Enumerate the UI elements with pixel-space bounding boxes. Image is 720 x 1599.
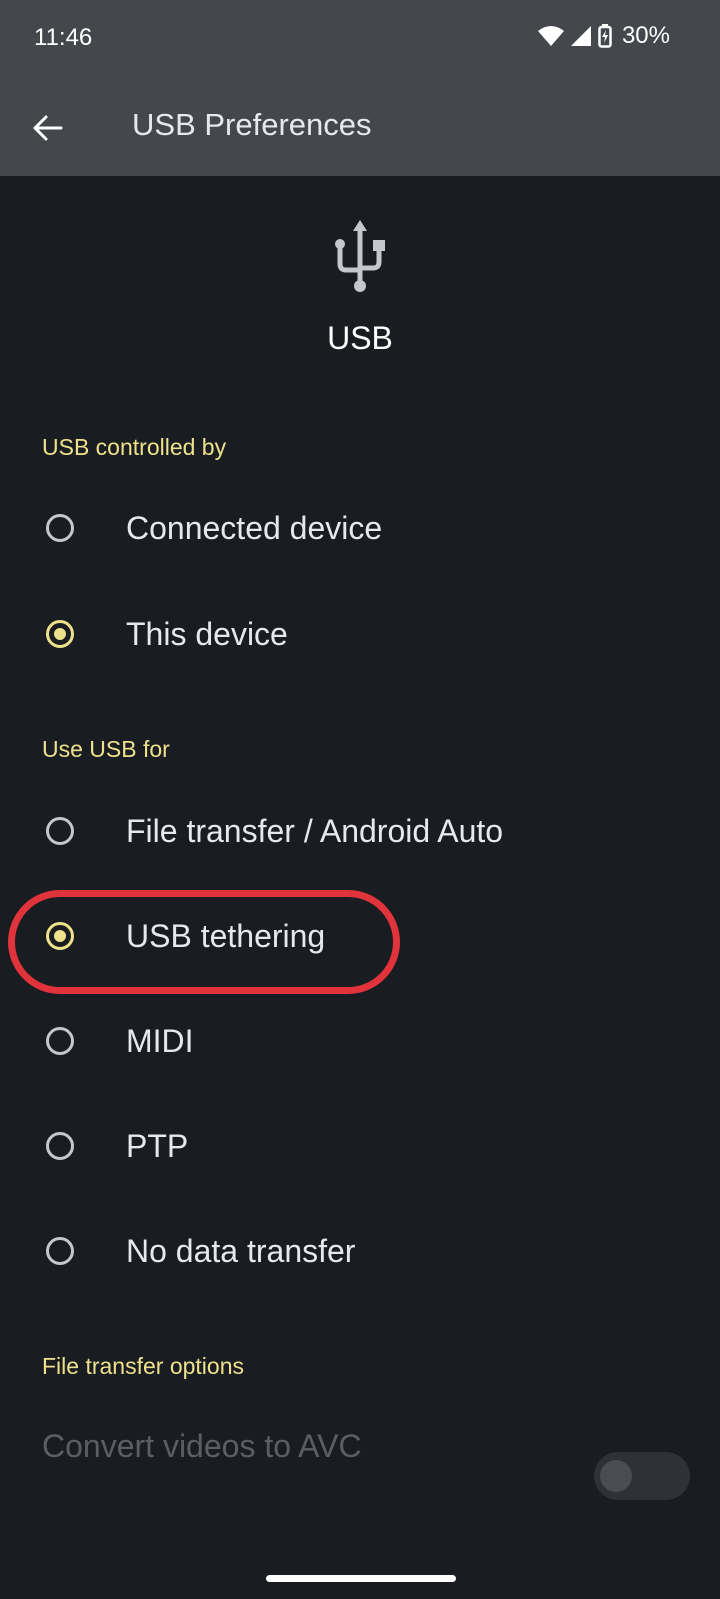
radio-button-selected[interactable] [46, 922, 74, 950]
convert-videos-toggle[interactable] [594, 1452, 690, 1500]
wifi-icon [537, 26, 564, 46]
radio-button[interactable] [46, 514, 74, 542]
radio-option-no-data-transfer[interactable]: No data transfer [0, 1201, 720, 1307]
radio-label: This device [126, 616, 288, 652]
top-bar: 11:46 30% USB Preferences [0, 0, 720, 176]
radio-label: No data transfer [126, 1233, 356, 1269]
battery-percent: 30% [621, 22, 670, 49]
status-bar: 11:46 30% [0, 0, 720, 80]
section-header-file-transfer-options: File transfer options [42, 1353, 244, 1379]
page-title: USB Preferences [132, 107, 372, 142]
radio-button[interactable] [46, 817, 74, 845]
radio-button[interactable] [46, 1027, 74, 1055]
radio-label: MIDI [126, 1023, 194, 1059]
cell-signal-icon [570, 26, 591, 46]
battery-charging-icon [598, 24, 612, 48]
radio-option-midi[interactable]: MIDI [0, 991, 720, 1097]
status-icons: 30% [537, 22, 670, 50]
usb-header [0, 218, 720, 303]
radio-label: USB tethering [126, 918, 326, 954]
gesture-nav-handle[interactable] [266, 1575, 456, 1582]
convert-videos-label: Convert videos to AVC [42, 1428, 362, 1464]
back-button[interactable] [24, 104, 72, 152]
section-header-controlled-by: USB controlled by [42, 434, 227, 460]
section-header-use-usb-for: Use USB for [42, 736, 170, 762]
arrow-back-icon [33, 115, 63, 141]
radio-option-ptp[interactable]: PTP [0, 1096, 720, 1202]
radio-button[interactable] [46, 1237, 74, 1265]
toggle-thumb [600, 1460, 632, 1492]
radio-label: PTP [126, 1128, 189, 1164]
usb-icon [335, 220, 385, 292]
usb-preferences-screen: 11:46 30% USB Preferences USB USB contro… [0, 0, 720, 1599]
radio-button[interactable] [46, 1132, 74, 1160]
status-time: 11:46 [34, 24, 93, 51]
radio-label: File transfer / Android Auto [126, 813, 504, 849]
radio-option-connected-device[interactable]: Connected device [0, 478, 720, 584]
radio-button-selected[interactable] [46, 620, 74, 648]
usb-title: USB [327, 320, 393, 356]
radio-option-this-device[interactable]: This device [0, 584, 720, 690]
radio-option-file-transfer[interactable]: File transfer / Android Auto [0, 781, 720, 887]
radio-option-usb-tethering[interactable]: USB tethering [0, 886, 720, 992]
app-bar: USB Preferences [0, 80, 720, 176]
radio-label: Connected device [126, 510, 383, 546]
